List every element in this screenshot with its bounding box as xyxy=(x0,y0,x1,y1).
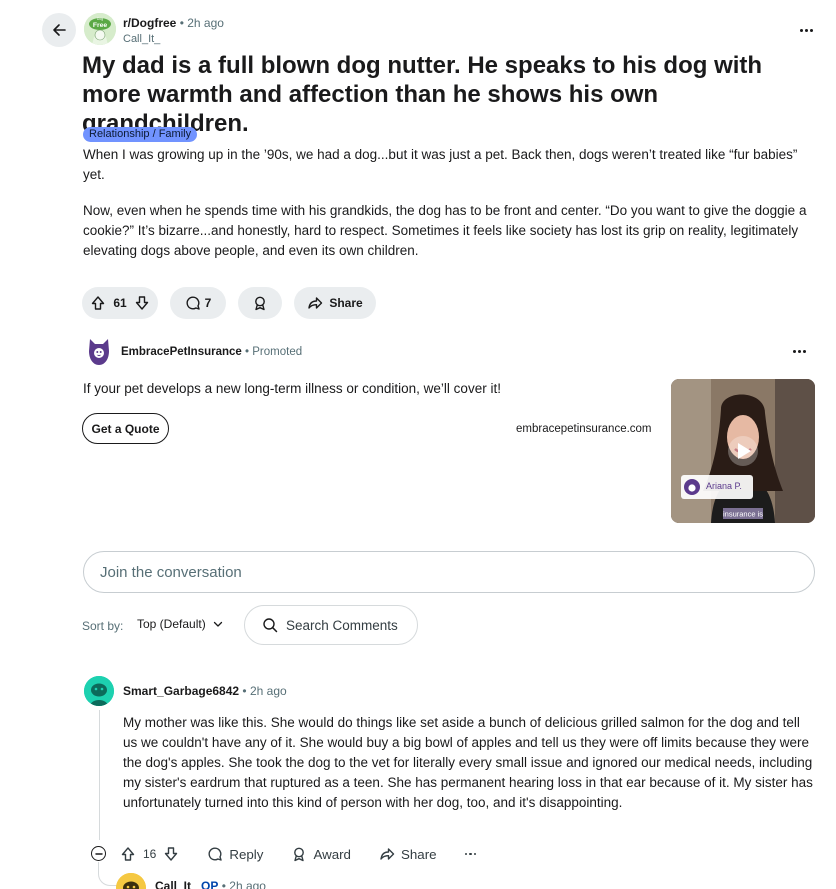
sort-label: Sort by: xyxy=(82,619,124,633)
post-vote-control: 61 xyxy=(82,287,158,319)
thread-line[interactable] xyxy=(99,710,100,840)
comments-button[interactable]: 7 xyxy=(170,287,226,319)
ad-domain-link[interactable]: embracepetinsurance.com xyxy=(516,423,652,435)
arrow-left-icon xyxy=(53,24,66,36)
subreddit-name[interactable]: r/Dogfree xyxy=(123,16,176,30)
op-badge: OP xyxy=(201,879,219,889)
post-title: My dad is a full blown dog nutter. He sp… xyxy=(82,52,763,137)
comment-upvote-button[interactable] xyxy=(120,846,136,862)
reply-button[interactable]: Reply xyxy=(207,846,263,862)
reply-author-avatar[interactable] xyxy=(116,873,146,889)
award-icon xyxy=(294,847,305,862)
logo-text-small: Dog xyxy=(97,17,103,21)
comment-vote-count: 16 xyxy=(143,847,157,861)
share-arrow-icon xyxy=(308,297,323,309)
reply-time: 2h ago xyxy=(229,879,266,889)
post-vote-count: 61 xyxy=(113,296,127,310)
advertiser-avatar[interactable] xyxy=(87,337,111,367)
collapse-thread-button[interactable] xyxy=(91,846,106,861)
post-flair[interactable]: Relationship / Family xyxy=(83,127,198,142)
ad-headline[interactable]: If your pet develops a new long-term ill… xyxy=(83,381,501,396)
commenter-username[interactable]: Smart_Garbage6842 xyxy=(123,684,239,698)
share-arrow-icon xyxy=(380,848,395,860)
sort-dropdown[interactable]: Top (Default) xyxy=(137,617,224,631)
more-options-icon xyxy=(792,349,806,353)
meta-separator: • xyxy=(179,16,184,30)
ad-overflow-menu-button[interactable] xyxy=(787,343,811,359)
comment-share-button[interactable]: Share xyxy=(379,846,437,862)
post-paragraph: When I was growing up in the ’90s, we ha… xyxy=(83,147,798,182)
reply-username[interactable]: Call_It_ xyxy=(155,879,198,889)
search-icon xyxy=(263,618,278,633)
comment-share-label: Share xyxy=(400,846,437,862)
subreddit-avatar[interactable]: Dog Free xyxy=(84,13,116,45)
advertiser-name[interactable]: EmbracePetInsurance xyxy=(121,346,242,358)
upvote-button[interactable] xyxy=(90,295,106,311)
search-comments-field[interactable]: Search Comments xyxy=(244,605,418,645)
snoo-avatar-icon xyxy=(84,676,114,706)
ad-media-name: Ariana P. xyxy=(706,481,742,491)
embrace-logo-icon xyxy=(89,339,109,365)
award-icon xyxy=(255,296,265,311)
reply-thread-connector xyxy=(98,862,118,886)
downvote-button[interactable] xyxy=(134,295,150,311)
ad-video-frame: Ariana P. insurance is xyxy=(671,379,815,523)
comment-action-bar: 16 Reply Award Share xyxy=(120,841,504,867)
share-button[interactable]: Share xyxy=(294,287,376,319)
post-overflow-menu-button[interactable] xyxy=(794,22,818,38)
downvote-icon xyxy=(135,296,149,310)
downvote-icon xyxy=(165,847,178,861)
snoo-avatar-icon xyxy=(116,873,146,889)
comment-bubble-icon xyxy=(186,296,200,310)
join-conversation-input[interactable]: Join the conversation xyxy=(83,551,815,593)
more-options-icon xyxy=(464,852,477,856)
post-meta: r/Dogfree • 2h ago xyxy=(123,16,224,30)
chevron-down-icon xyxy=(213,621,222,627)
post-author[interactable]: Call_It_ xyxy=(123,33,160,45)
post-time: 2h ago xyxy=(187,16,224,30)
share-label: Share xyxy=(329,296,363,310)
upvote-icon xyxy=(91,296,105,310)
comment-time: 2h ago xyxy=(249,684,287,698)
comment-separator: • xyxy=(242,684,247,698)
comment-award-button[interactable]: Award xyxy=(291,846,351,862)
back-button[interactable] xyxy=(42,13,76,47)
reply-separator: • xyxy=(221,879,226,889)
comment-body: My mother was like this. She would do th… xyxy=(123,715,813,810)
reply-label: Reply xyxy=(229,846,264,862)
award-button[interactable] xyxy=(238,287,282,319)
comment-overflow-menu-button[interactable] xyxy=(464,852,477,856)
dogfree-logo-icon: Dog Free xyxy=(84,13,116,45)
comment-meta: Smart_Garbage6842 • 2h ago xyxy=(123,684,287,698)
comment-vote-control: 16 xyxy=(120,846,179,862)
search-placeholder: Search Comments xyxy=(286,617,398,633)
post-paragraph: Now, even when he spends time with his g… xyxy=(83,203,807,258)
comment-downvote-button[interactable] xyxy=(163,846,179,862)
comment-bubble-icon xyxy=(208,847,223,861)
get-a-quote-button[interactable]: Get a Quote xyxy=(82,413,169,444)
ad-video-thumbnail[interactable]: Ariana P. insurance is xyxy=(671,379,815,523)
reply-meta: Call_It_ OP • 2h ago xyxy=(155,879,266,889)
award-label: Award xyxy=(313,846,351,862)
upvote-icon xyxy=(121,847,135,861)
sort-value: Top (Default) xyxy=(137,617,206,631)
commenter-avatar[interactable] xyxy=(84,676,114,706)
post-body: When I was growing up in the ’90s, we ha… xyxy=(83,145,813,261)
minus-icon xyxy=(94,852,103,855)
composer-placeholder: Join the conversation xyxy=(100,563,242,581)
promoted-label: Promoted xyxy=(252,346,303,358)
ad-media-caption: insurance is xyxy=(723,510,763,519)
more-options-icon xyxy=(799,28,813,32)
advertiser-line: EmbracePetInsurance • Promoted xyxy=(121,346,302,358)
logo-text: Free xyxy=(93,22,108,29)
ad-separator: • xyxy=(245,346,250,358)
comment-count: 7 xyxy=(204,296,212,310)
